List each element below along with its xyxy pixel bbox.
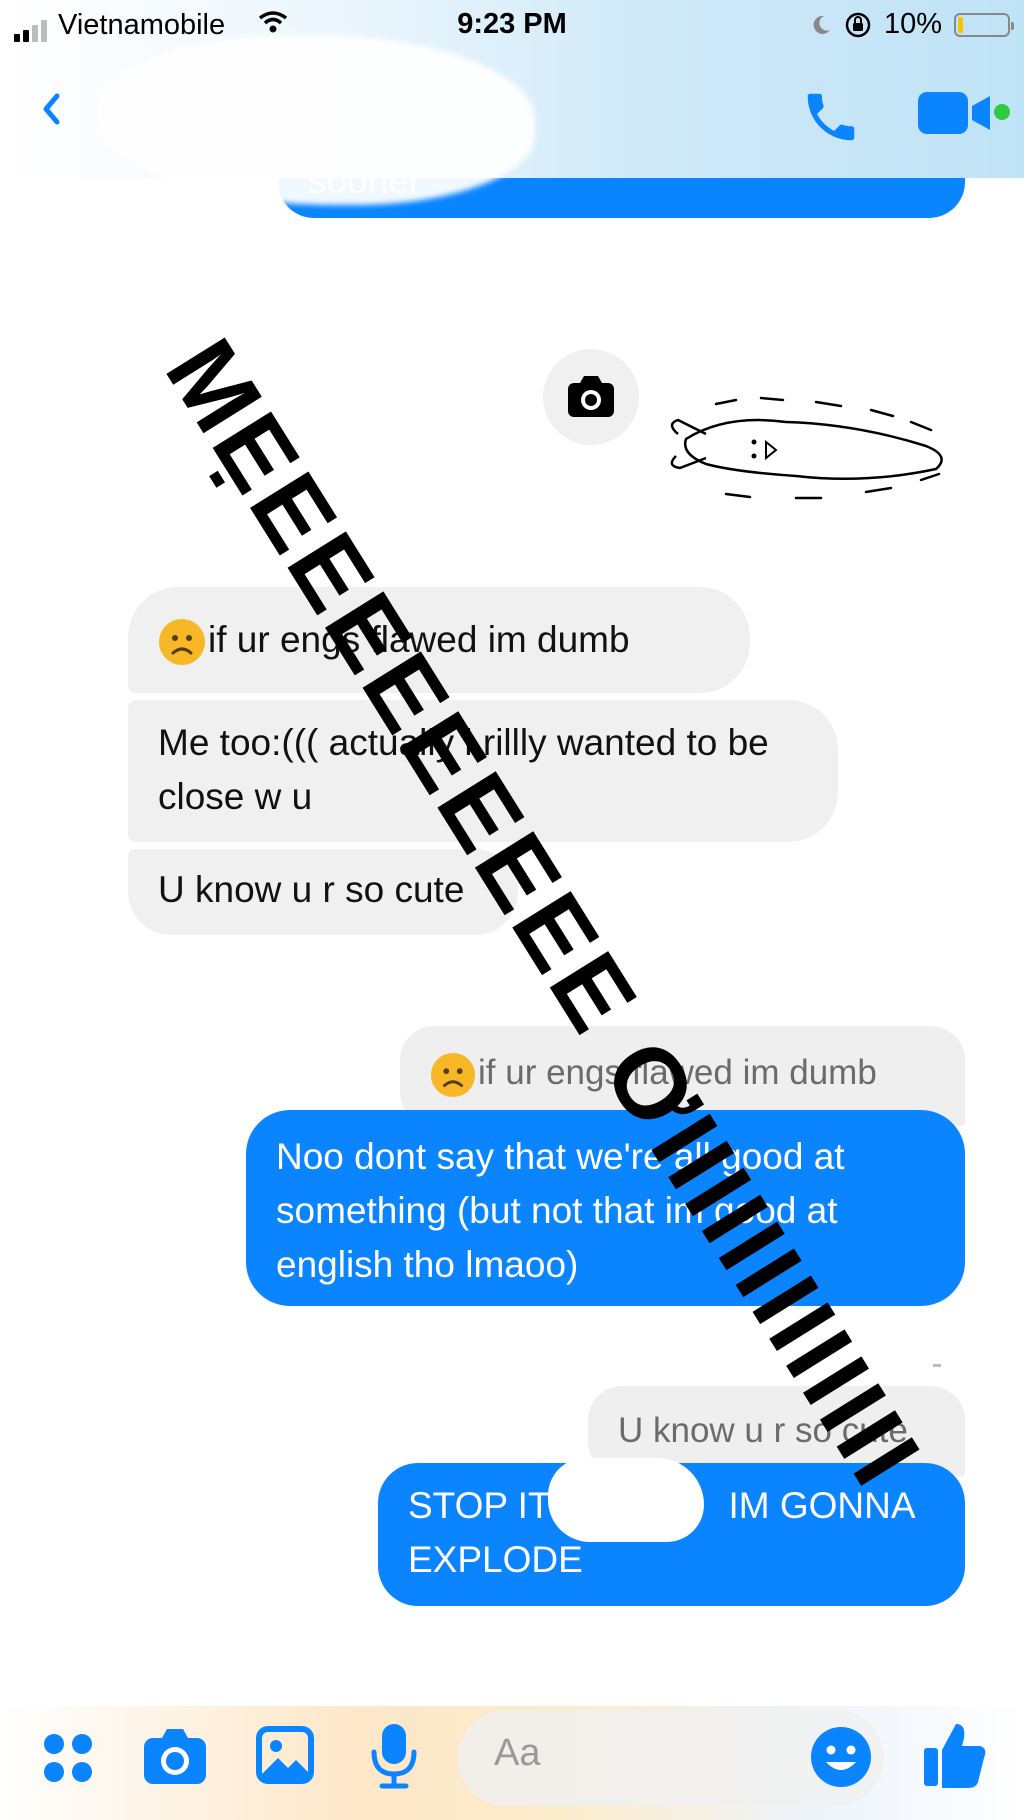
camera-button[interactable] bbox=[543, 349, 639, 445]
top-bar: Vietnamobile 9:23 PM 10% bbox=[0, 0, 1024, 205]
battery-level bbox=[958, 16, 963, 33]
image-icon[interactable] bbox=[256, 1726, 314, 1784]
thumbs-up-icon[interactable] bbox=[922, 1720, 988, 1790]
video-camera-icon[interactable] bbox=[916, 90, 994, 136]
redacted-contact-name bbox=[95, 35, 535, 205]
conversation-header bbox=[0, 35, 1024, 205]
frowning-face-icon bbox=[430, 1052, 476, 1098]
apps-icon[interactable] bbox=[40, 1730, 96, 1786]
microphone-icon[interactable] bbox=[368, 1722, 420, 1790]
battery-percent: 10% bbox=[883, 8, 942, 40]
phone-icon[interactable] bbox=[800, 86, 862, 148]
bunny-sticker[interactable] bbox=[666, 394, 966, 504]
chevron-left-icon[interactable] bbox=[40, 92, 62, 126]
camera-icon[interactable] bbox=[142, 1726, 208, 1786]
status-bar: Vietnamobile 9:23 PM 10% bbox=[0, 0, 1024, 52]
message-text: STOP IT bbox=[408, 1485, 550, 1526]
redacted-name bbox=[548, 1458, 704, 1542]
read-receipt-mark bbox=[933, 1364, 941, 1367]
battery-icon bbox=[954, 12, 1014, 37]
message-input-placeholder: Aa bbox=[494, 1732, 541, 1774]
active-status-dot bbox=[994, 104, 1010, 120]
message-outgoing[interactable]: Noo dont say that we're all good at some… bbox=[246, 1110, 965, 1306]
emoji-icon[interactable] bbox=[810, 1726, 872, 1788]
status-right: 10% bbox=[810, 8, 1014, 41]
frowning-face-icon bbox=[158, 618, 206, 666]
camera-icon bbox=[568, 376, 614, 417]
moon-icon bbox=[813, 15, 830, 34]
message-text: U know u r so cute bbox=[158, 869, 465, 910]
rotation-lock-icon bbox=[845, 12, 871, 37]
